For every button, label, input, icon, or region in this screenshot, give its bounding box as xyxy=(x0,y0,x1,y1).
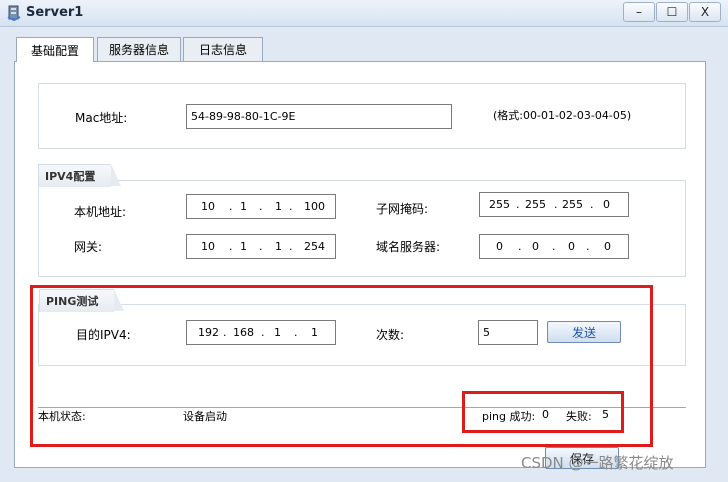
maximize-icon: ☐ xyxy=(666,5,678,19)
mac-format-hint: (格式:00-01-02-03-04-05) xyxy=(493,109,632,122)
mask-label: 子网掩码: xyxy=(376,202,429,216)
local-ip-label: 本机地址: xyxy=(74,205,127,219)
tab-basic-config[interactable]: 基础配置 xyxy=(16,37,94,62)
ipv4-group: 本机地址: 10 . 1 . 1 . 100 子网掩码: 255 . 255 .… xyxy=(38,180,686,277)
dns-label: 域名服务器: xyxy=(376,240,441,254)
window-title: Server1 xyxy=(26,5,84,20)
server-app-icon xyxy=(7,5,21,21)
local-ip-field[interactable]: 10 . 1 . 1 . 100 xyxy=(186,194,336,219)
mac-label: Mac地址: xyxy=(75,111,128,125)
tab-server-info[interactable]: 服务器信息 xyxy=(97,37,181,61)
ping-result-highlight-box xyxy=(462,391,624,433)
dns-server-field[interactable]: 0 . 0 . 0 . 0 xyxy=(479,234,629,259)
title-bar: Server1 – ☐ X xyxy=(0,0,728,27)
minimize-button[interactable]: – xyxy=(623,2,655,22)
tab-log-info[interactable]: 日志信息 xyxy=(183,37,263,61)
mac-address-field[interactable]: 54-89-98-80-1C-9E xyxy=(186,104,452,129)
close-icon: X xyxy=(700,5,710,19)
minimize-icon: – xyxy=(636,5,642,19)
gateway-field[interactable]: 10 . 1 . 1 . 254 xyxy=(186,234,336,259)
mac-group: Mac地址: 54-89-98-80-1C-9E (格式:00-01-02-03… xyxy=(38,83,686,149)
subnet-mask-field[interactable]: 255 . 255 . 255 . 0 xyxy=(479,192,629,217)
ipv4-group-title: IPV4配置 xyxy=(38,164,122,187)
maximize-button[interactable]: ☐ xyxy=(656,2,688,22)
watermark: CSDN @一路繁花绽放 xyxy=(521,454,674,472)
close-button[interactable]: X xyxy=(689,2,721,22)
gateway-label: 网关: xyxy=(74,240,103,254)
